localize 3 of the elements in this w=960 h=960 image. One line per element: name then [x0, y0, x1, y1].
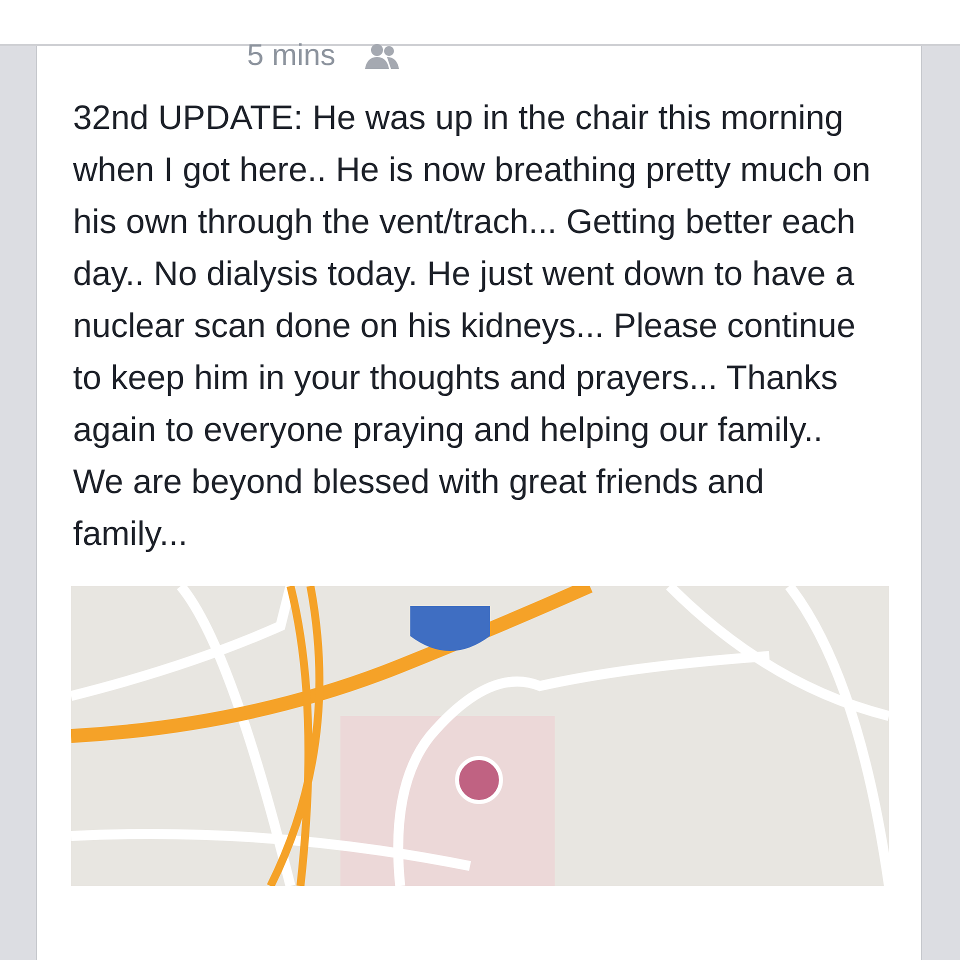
post-time: 5 mins [247, 44, 336, 68]
friends-icon [365, 43, 400, 69]
post-text: 32nd UPDATE: He was up in the chair this morning when I got here.. He is now breathing pretty much on his own through the vent/trach... Getting better each day.. No dialysis today. He just went down to have a nuclear scan done on his kidneys... Please continue to keep him in your thoughts and prayers... Thanks again to everyone praying and helping our family.. We are beyond blessed with great friends and family... [73, 98, 872, 555]
